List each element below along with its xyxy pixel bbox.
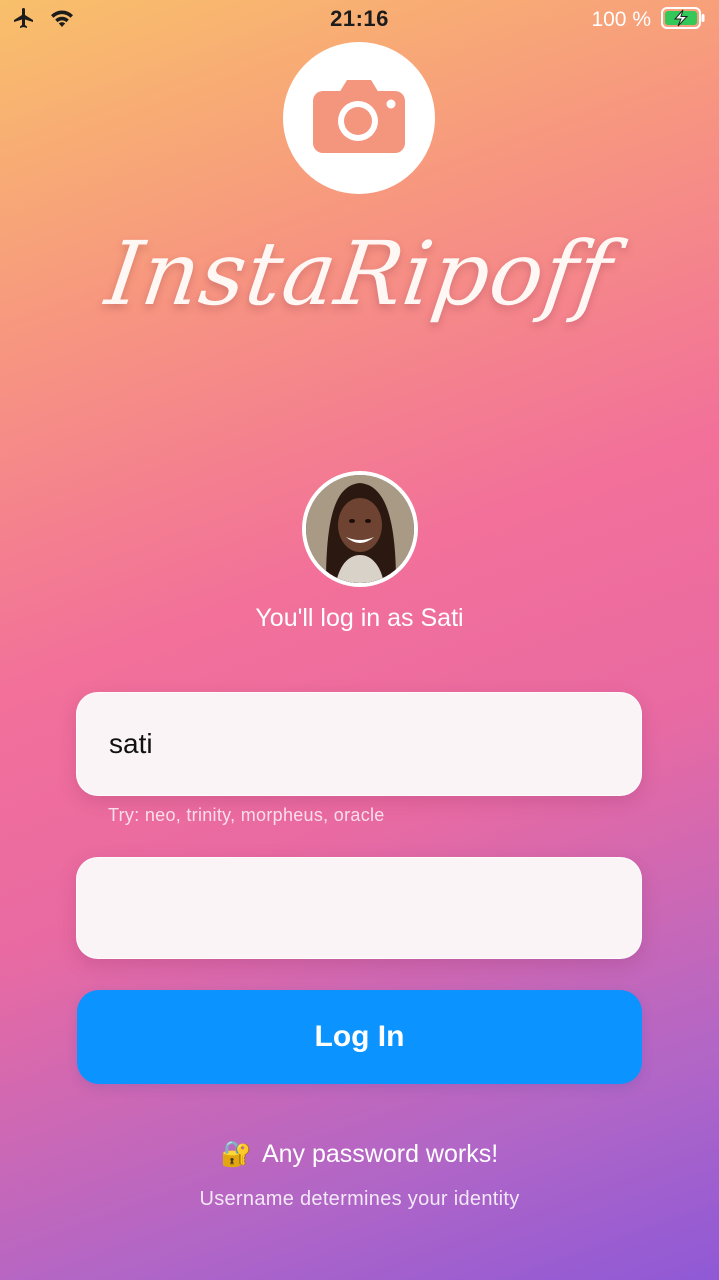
battery-percent: 100 % [591,8,651,31]
username-input[interactable] [77,693,641,795]
password-field-container [76,857,642,959]
avatar [302,471,418,587]
lock-key-icon: 🔐 [220,1140,252,1168]
app-logo [283,42,435,194]
login-as-text: You'll log in as Sati [255,604,464,632]
camera-icon [311,77,407,160]
app-title: InstaRipoff [100,222,619,325]
password-input[interactable] [77,858,641,958]
status-bar: 21:16 100 % [0,0,719,40]
footer-secondary-text: Username determines your identity [199,1188,520,1210]
username-field-container [76,692,642,796]
avatar-photo [306,475,414,583]
footer-primary: 🔐 Any password works! [0,1140,719,1169]
login-button[interactable]: Log In [77,990,642,1084]
footer-primary-text: Any password works! [261,1140,499,1168]
username-hint: Try: neo, trinity, morpheus, oracle [108,805,385,825]
status-right: 100 % [591,6,707,34]
battery-charging-icon [661,6,707,35]
